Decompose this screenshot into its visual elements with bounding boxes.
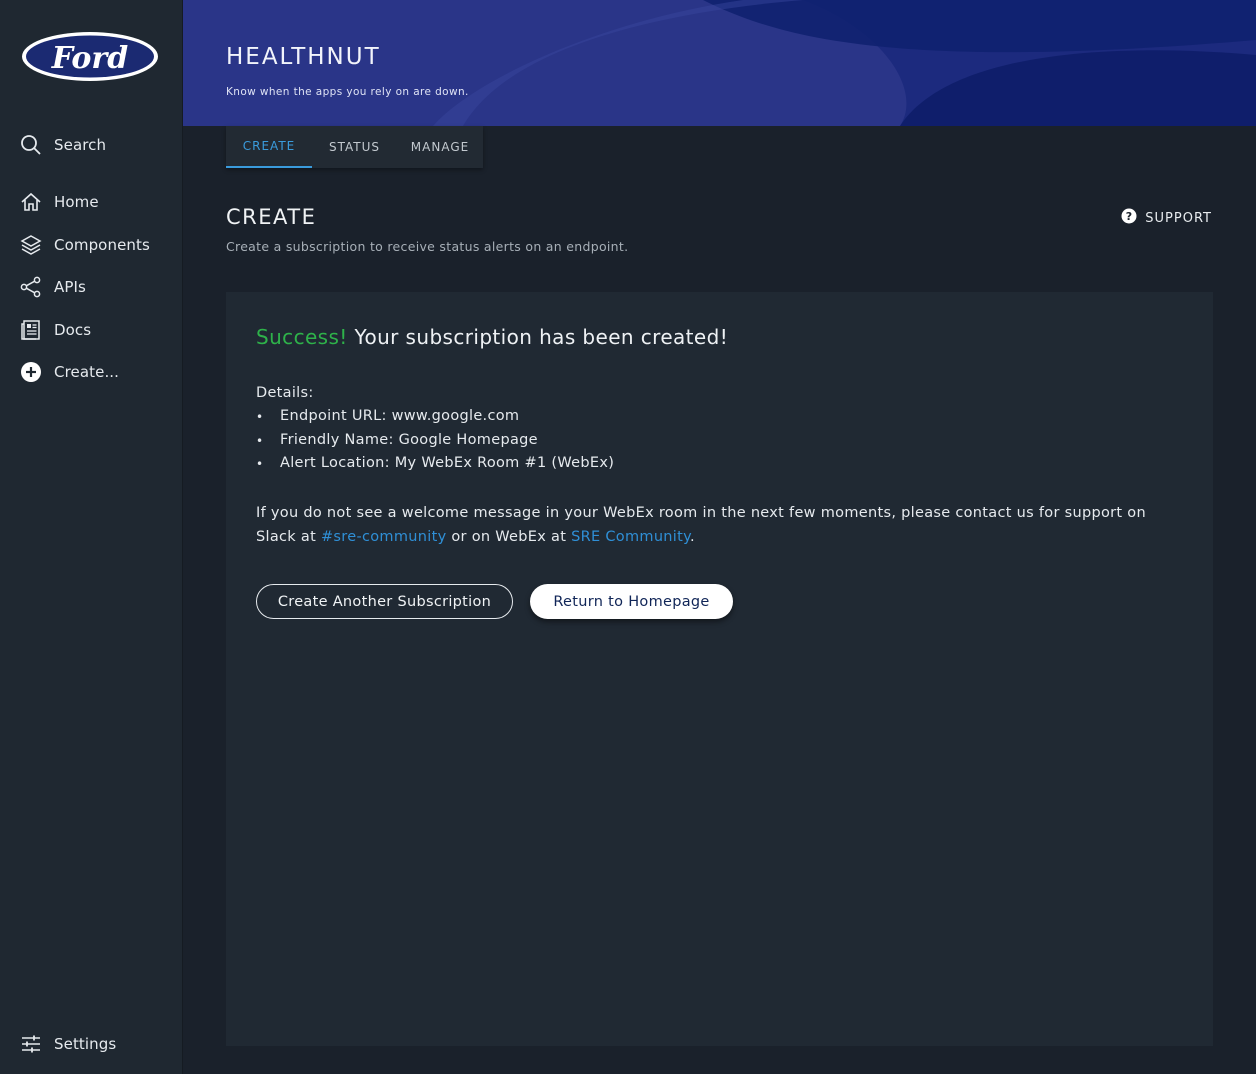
bullet: •	[256, 457, 264, 471]
ford-logo[interactable]: Ford	[20, 30, 160, 83]
sidebar-item-search[interactable]: Search	[20, 131, 180, 159]
return-home-button[interactable]: Return to Homepage	[530, 584, 733, 619]
success-word: Success!	[256, 325, 348, 349]
sidebar-item-label: Docs	[54, 321, 92, 339]
app-title: HEALTHNUT	[226, 44, 381, 70]
sidebar-item-label: Home	[54, 193, 99, 211]
details-label: Details:	[256, 385, 314, 401]
list-item: • Alert Location: My WebEx Room #1 (WebEx…	[256, 455, 614, 479]
sidebar-item-home[interactable]: Home	[20, 188, 180, 216]
app-subtitle: Know when the apps you rely on are down.	[226, 86, 469, 98]
sliders-icon	[20, 1033, 42, 1055]
home-icon	[20, 191, 42, 213]
sidebar-item-settings[interactable]: Settings	[20, 1030, 180, 1058]
sidebar-item-label: Create...	[54, 363, 120, 381]
list-item: • Endpoint URL: www.google.com	[256, 408, 614, 432]
svg-text:?: ?	[1126, 210, 1132, 223]
sidebar-item-create[interactable]: Create...	[20, 358, 180, 386]
support-link[interactable]: ? SUPPORT	[1121, 208, 1212, 228]
bullet: •	[256, 410, 264, 424]
tab-status[interactable]: STATUS	[312, 126, 397, 168]
list-item: • Friendly Name: Google Homepage	[256, 432, 614, 456]
detail-friendly-name: Friendly Name: Google Homepage	[280, 431, 538, 448]
support-message: If you do not see a welcome message in y…	[256, 501, 1176, 549]
tab-manage[interactable]: MANAGE	[397, 126, 483, 168]
sidebar-item-apis[interactable]: APIs	[20, 273, 180, 301]
message-text: or on WebEx at	[446, 529, 572, 545]
app-header: HEALTHNUT Know when the apps you rely on…	[183, 0, 1256, 126]
success-text: Your subscription has been created!	[347, 325, 729, 349]
sidebar: Ford Search Home Components APIs Docs Cr…	[0, 0, 183, 1074]
search-icon	[20, 134, 42, 156]
detail-alert-location: Alert Location: My WebEx Room #1 (WebEx)	[280, 455, 615, 471]
slack-channel-link[interactable]: #sre-community	[321, 529, 446, 545]
sidebar-item-label: Search	[54, 136, 107, 154]
bullet: •	[256, 433, 264, 448]
tab-create[interactable]: CREATE	[226, 126, 312, 168]
sidebar-item-docs[interactable]: Docs	[20, 316, 180, 344]
help-icon: ?	[1121, 208, 1137, 228]
support-label: SUPPORT	[1145, 210, 1212, 226]
sidebar-item-components[interactable]: Components	[20, 231, 180, 259]
sidebar-item-label: Components	[54, 236, 150, 254]
result-card: Success! Your subscription has been crea…	[226, 292, 1213, 1046]
docs-icon	[20, 319, 42, 341]
svg-text:Ford: Ford	[51, 41, 128, 76]
details-list: • Endpoint URL: www.google.com • Friendly …	[256, 408, 614, 479]
share-icon	[20, 276, 42, 298]
page-subtitle: Create a subscription to receive status …	[226, 239, 629, 254]
detail-endpoint-url: Endpoint URL: www.google.com	[280, 408, 520, 424]
page-title: CREATE	[226, 205, 317, 229]
success-message: Success! Your subscription has been crea…	[256, 325, 728, 349]
tab-bar: CREATE STATUS MANAGE	[226, 126, 483, 168]
plus-circle-icon	[20, 361, 42, 383]
sidebar-item-label: Settings	[54, 1035, 117, 1053]
create-another-button[interactable]: Create Another Subscription	[256, 584, 513, 619]
layers-icon	[20, 234, 42, 256]
message-text: .	[689, 529, 695, 545]
webex-room-link[interactable]: SRE Community	[571, 529, 690, 545]
sidebar-item-label: APIs	[54, 278, 86, 296]
